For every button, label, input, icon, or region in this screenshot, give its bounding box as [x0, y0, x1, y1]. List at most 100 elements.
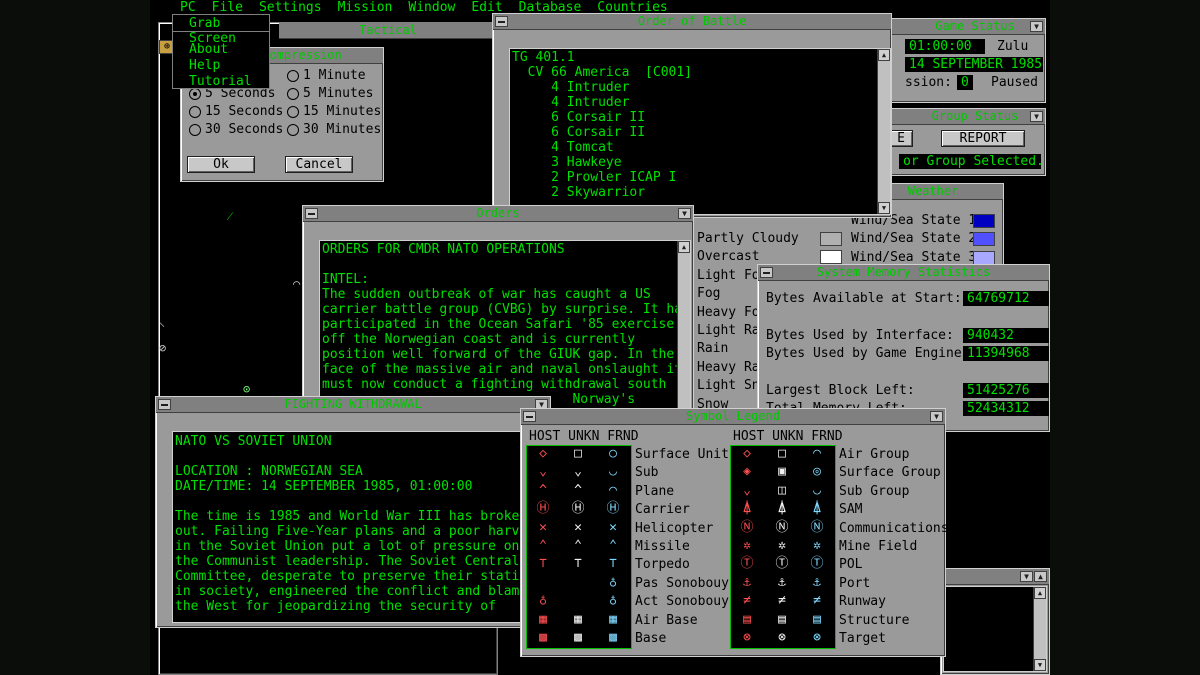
system-menu-button[interactable]: [158, 399, 171, 410]
legend-label: Air Group: [839, 447, 910, 462]
menu-file[interactable]: File: [208, 0, 255, 15]
oob-list[interactable]: TG 401.1 CV 66 America [C001] 4 Intruder…: [509, 48, 891, 215]
menu-item-about[interactable]: About: [173, 42, 269, 58]
legend-symbol-icon: ◠: [609, 482, 617, 498]
contact-marker-icon[interactable]: ⊙: [243, 382, 250, 396]
minimize-button[interactable]: ▼: [1030, 111, 1043, 122]
text-line: The time is 1985 and World War III has b…: [175, 509, 528, 524]
legend-titlebar[interactable]: Symbol Legend ▼: [521, 409, 945, 425]
legend-label: Torpedo: [635, 557, 690, 573]
scroll-up-arrow-icon[interactable]: ▲: [878, 49, 890, 61]
radio-button[interactable]: [287, 88, 299, 100]
pc-dropdown-menu[interactable]: Grab Screen About Help Tutorial: [172, 14, 270, 89]
message-log-titlebar[interactable]: ▼ ▲: [941, 569, 1049, 585]
legend-label: Pas Sonobouy: [635, 575, 729, 591]
memory-value: 51425276: [963, 383, 1049, 398]
game-status-title: Game Status: [935, 19, 1015, 33]
radio-button[interactable]: [189, 106, 201, 118]
legend-symbol-icon: ▤: [813, 611, 821, 627]
orders-scrollbar[interactable]: ▲: [677, 241, 690, 423]
scroll-down-arrow-icon[interactable]: ▼: [1034, 659, 1046, 671]
legend-symbol-icon: ▦: [609, 611, 617, 627]
menu-window[interactable]: Window: [404, 0, 467, 15]
text-line: 2 Skywarrior: [512, 185, 646, 200]
order-of-battle-window[interactable]: Order of Battle TG 401.1 CV 66 America […: [492, 13, 892, 218]
report-button[interactable]: REPORT: [941, 130, 1025, 147]
memory-label: Largest Block Left:: [766, 383, 915, 398]
legend-symbol-icon: ◇: [743, 446, 751, 461]
game-status-titlebar[interactable]: Game Status ▼: [885, 19, 1045, 35]
message-log-pane[interactable]: ▲ ▼: [943, 586, 1047, 672]
legend-label: Act Sonobouy: [635, 594, 729, 610]
minimize-button[interactable]: ▼: [1030, 21, 1043, 32]
system-menu-button[interactable]: [760, 267, 773, 278]
menu-item-tutorial[interactable]: Tutorial: [173, 74, 269, 90]
legend-label: Port: [839, 575, 871, 591]
legend-symbol-icon: Ⓗ: [536, 501, 550, 517]
scroll-down-arrow-icon[interactable]: ▼: [878, 202, 890, 214]
system-menu-button[interactable]: [523, 411, 536, 422]
orders-window[interactable]: Orders ▼ ORDERS FOR CMDR NATO OPERATIONS…: [302, 205, 694, 425]
menu-item-label: Tutorial: [189, 74, 252, 89]
menu-settings[interactable]: Settings: [255, 0, 334, 15]
legend-symbol-icon: ✕: [539, 519, 547, 535]
text-line: the Communist leadership. The Soviet Cen…: [175, 554, 520, 569]
briefing-text-pane[interactable]: NATO VS SOVIET UNION LOCATION : NORWEGIAN…: [172, 431, 546, 623]
message-log-scrollbar[interactable]: ▲ ▼: [1033, 587, 1046, 671]
tactical-titlebar[interactable]: Tactical: [279, 23, 497, 39]
radio-button[interactable]: [287, 124, 299, 136]
scroll-up-arrow-icon[interactable]: ▲: [678, 241, 690, 253]
radio-button[interactable]: [287, 70, 299, 82]
legend-label: Communications: [839, 520, 949, 536]
legend-label: Helicopter: [635, 520, 714, 536]
oob-scrollbar[interactable]: ▲ ▼: [877, 49, 890, 214]
text-line: 6 Corsair II: [512, 125, 646, 140]
group-status-title: Group Status: [931, 109, 1019, 123]
wind-state-swatch: [973, 250, 995, 265]
memory-titlebar[interactable]: System Memory Statistics: [758, 265, 1049, 281]
contact-marker-icon[interactable]: ⊘: [159, 341, 166, 355]
contact-marker-icon[interactable]: ◠: [293, 277, 300, 291]
fighting-withdrawal-window[interactable]: FIGHTING WITHDRAWAL ▼ NATO VS SOVIET UNI…: [155, 396, 551, 628]
message-log-window[interactable]: ▼ ▲ ▲ ▼: [940, 568, 1050, 675]
symbol-legend-window[interactable]: Symbol Legend ▼ HOST UNKN FRND HOST UNKN…: [520, 408, 949, 657]
text-line: [175, 449, 543, 464]
maximize-button[interactable]: ▲: [1034, 571, 1047, 582]
menu-item-grab-screen[interactable]: Grab Screen: [173, 15, 269, 46]
system-memory-window[interactable]: System Memory Statistics Bytes Available…: [757, 264, 1050, 432]
menu-item-help[interactable]: Help: [173, 58, 269, 74]
legend-symbol-icon: ⌄: [743, 482, 751, 498]
cancel-button[interactable]: Cancel: [285, 156, 353, 173]
text-line: 3 Hawkeye: [512, 155, 622, 170]
text-line: 6 Corsair II: [512, 110, 646, 125]
minimize-button[interactable]: ▼: [678, 208, 691, 219]
menu-mission[interactable]: Mission: [334, 0, 405, 15]
system-menu-button[interactable]: [305, 208, 318, 219]
minimize-button[interactable]: ▼: [1020, 571, 1033, 582]
orders-titlebar[interactable]: Orders ▼: [303, 206, 693, 222]
weather-condition: Light Ra: [697, 323, 760, 338]
weather-condition: Light Sn: [697, 378, 760, 394]
coastline-fragment: ⸜: [159, 315, 166, 329]
group-status-titlebar[interactable]: Group Status ▼: [885, 109, 1045, 125]
group-button[interactable]: E: [889, 130, 913, 147]
menu-pc[interactable]: PC: [150, 0, 208, 15]
weather-condition: Heavy Fo: [697, 304, 760, 320]
memory-value: 52434312: [963, 401, 1049, 416]
scroll-up-arrow-icon[interactable]: ▲: [1034, 587, 1046, 599]
briefing-titlebar[interactable]: FIGHTING WITHDRAWAL ▼: [156, 397, 550, 413]
group-status-window[interactable]: Group Status ▼ E REPORT or Group Selecte…: [884, 108, 1046, 176]
oob-titlebar[interactable]: Order of Battle: [493, 14, 891, 30]
minimize-button[interactable]: ▼: [930, 411, 943, 422]
radio-label: 30 Seconds: [205, 122, 284, 137]
game-status-window[interactable]: Game Status ▼ 01:00:00 Zulu 14 SEPTEMBER…: [884, 18, 1046, 103]
radio-button[interactable]: [189, 124, 201, 136]
ok-button[interactable]: Ok: [187, 156, 255, 173]
radio-button[interactable]: [287, 106, 299, 118]
memory-title: System Memory Statistics: [816, 265, 991, 279]
legend-symbol-icon: ▩: [574, 630, 582, 645]
legend-title: Symbol Legend: [686, 409, 780, 423]
legend-symbol-icon: ^: [574, 482, 582, 498]
system-menu-button[interactable]: [495, 16, 508, 27]
legend-symbol-icon: ▤: [743, 611, 751, 627]
